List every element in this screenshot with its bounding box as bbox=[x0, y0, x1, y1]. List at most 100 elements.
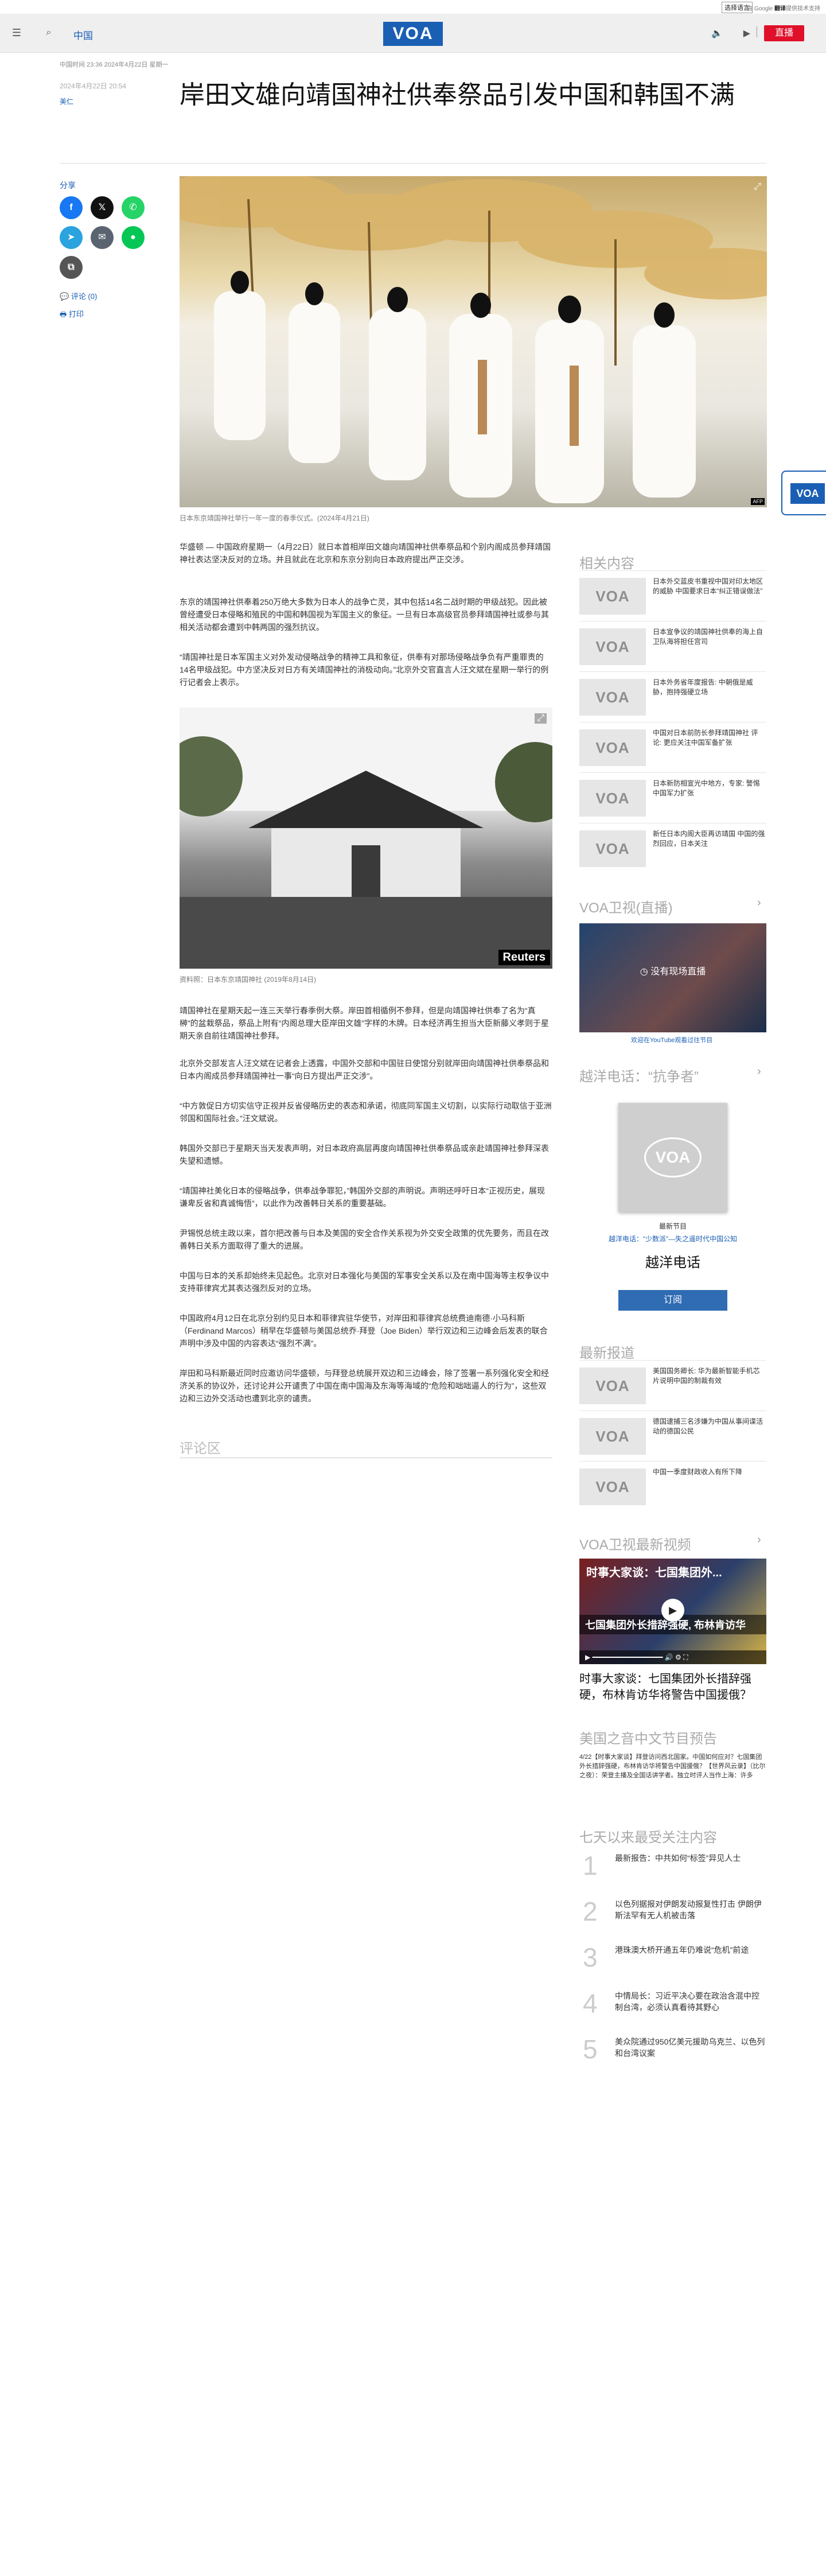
photo-credit-badge: AFP bbox=[751, 498, 765, 505]
comments-link[interactable]: 💬 评论 (0) bbox=[60, 290, 97, 301]
article-title: 岸田文雄向靖国神社供奉祭品引发中国和韩国不满 bbox=[180, 81, 735, 109]
paragraph-12: 岸田和马科斯最近同时应邀访问华盛顿，与拜登总统展开双边和三边峰会，除了签署一系列… bbox=[180, 1369, 549, 1403]
hotline-heading[interactable]: 越洋电话：“抗争者” › bbox=[579, 1065, 761, 1085]
section-link[interactable]: 中国 bbox=[73, 28, 93, 42]
chevron-right-icon: › bbox=[757, 1065, 761, 1078]
related-item[interactable]: VOA 新任日本内阁大臣再访靖国 中国的强烈回应，日本关注 bbox=[579, 823, 766, 873]
chevron-right-icon: › bbox=[757, 1533, 761, 1546]
voa-thumb-icon: VOA bbox=[579, 628, 646, 665]
search-icon[interactable]: ⌕ bbox=[42, 26, 55, 39]
related-heading: 相关内容 bbox=[579, 556, 634, 572]
latest-heading: 最新报道 bbox=[579, 1346, 634, 1361]
mostread-item[interactable]: 1 最新报告：中共如何“标签”异见人士 bbox=[579, 1850, 766, 1894]
mostread-item[interactable]: 5 美众院通过950亿美元援助乌克兰、以色列和台湾议案 bbox=[579, 2034, 766, 2077]
related-item[interactable]: VOA 日本宣争议的靖国神社供奉的海上自卫队海将担任宫司 bbox=[579, 621, 766, 671]
video-heading[interactable]: VOA卫视最新视频 › bbox=[579, 1533, 761, 1553]
site-header: ☰ ⌕ 中国 VOA 🔈 ▶ | 直播 bbox=[0, 14, 826, 53]
voa-logo[interactable]: VOA bbox=[383, 22, 443, 46]
related-item[interactable]: VOA 日本外务省年度报告: 中朝俄是威胁，抱持强硬立场 bbox=[579, 671, 766, 722]
youtube-link[interactable]: 欢迎在YouTube观看过往节目 bbox=[631, 1035, 712, 1044]
line-icon[interactable]: ● bbox=[122, 226, 145, 249]
voa-logo-icon: VOA bbox=[790, 483, 825, 504]
article-meta: 中国时间 23:36 2024年4月22日 星期一 bbox=[60, 61, 169, 68]
video-player[interactable]: 时事大家谈：七国集团外... 七国集团外长措辞强硬, 布林肯访华 ▶ ▶ ━━━… bbox=[579, 1559, 766, 1664]
paragraph-8: “靖国神社美化日本的侵略战争，供奉战争罪犯，”韩国外交部的声明说。声明还呼吁日本… bbox=[180, 1186, 545, 1208]
hotline-episode[interactable]: 越洋电话：“少数派”—失之遥时代中国公知 bbox=[579, 1234, 766, 1244]
floating-voa-widget[interactable]: VOA bbox=[781, 471, 826, 515]
voa-thumb-icon: VOA bbox=[579, 1367, 646, 1404]
print-icon: 🖶 bbox=[60, 310, 69, 318]
no-live-overlay: ◷ 没有现场直播 bbox=[640, 967, 706, 977]
paragraph-4: 靖国神社在星期天起一连三天举行春季例大祭。岸田首相循例不参拜，但是向靖国神社供奉… bbox=[180, 1006, 549, 1040]
related-item[interactable]: VOA 日本新防相宣光中地方，专家: 警惕中国军力扩张 bbox=[579, 772, 766, 823]
hero-illustration bbox=[180, 176, 767, 503]
comment-icon: 💬 bbox=[60, 292, 71, 301]
live-tv-player[interactable]: ◷ 没有现场直播 bbox=[579, 923, 766, 1032]
shrine-image: ⤢ Reuters bbox=[180, 708, 552, 969]
whatsapp-icon[interactable]: ✆ bbox=[122, 196, 145, 219]
latest-item[interactable]: VOA 美国国务卿长: 华为最新智能手机芯片说明中国的制裁有效 bbox=[579, 1360, 766, 1411]
video-banner: 时事大家谈：七国集团外... bbox=[586, 1567, 722, 1579]
hotline-label: 最新节目 bbox=[659, 1222, 687, 1230]
share-label: 分享 bbox=[60, 181, 76, 190]
voa-logo-icon: VOA bbox=[644, 1137, 702, 1178]
audio-icon[interactable]: 🔈 bbox=[711, 28, 723, 39]
print-link[interactable]: 🖶 打印 bbox=[60, 308, 84, 322]
podcast-cover[interactable]: VOA bbox=[618, 1103, 727, 1212]
expand-icon[interactable]: ⤢ bbox=[754, 182, 761, 192]
image2-caption: 资料照：日本东京靖国神社 (2019年8月14日) bbox=[180, 976, 317, 984]
paragraph-7: 韩国外交部已于星期天当天发表声明，对日本政府高层再度向靖国神社供奉祭品或亲赴靖国… bbox=[180, 1144, 549, 1165]
email-icon[interactable]: ✉ bbox=[91, 226, 114, 249]
translate-bar: 选择语言 由 Google 翻译提供技术支持 bbox=[0, 0, 826, 14]
tv-heading[interactable]: VOA卫视(直播) › bbox=[579, 896, 761, 916]
menu-icon[interactable]: ☰ bbox=[10, 26, 23, 39]
related-item[interactable]: VOA 中国对日本前防长参拜靖国神社 评论: 更应关注中国军备扩张 bbox=[579, 722, 766, 772]
voa-thumb-icon: VOA bbox=[579, 679, 646, 716]
photo-credit-badge: Reuters bbox=[498, 950, 550, 965]
translate-credit: 由 Google 翻译提供技术支持 bbox=[747, 6, 820, 12]
paragraph-1: 华盛顿 — 中国政府星期一（4月22日）就日本首相岸田文雄向靖国神社供奉祭品和个… bbox=[180, 542, 551, 564]
mostread-item[interactable]: 3 港珠澳大桥开通五年仍难说“危机”前途 bbox=[579, 1942, 766, 1986]
latest-item[interactable]: VOA 中国一季度财政收入有所下降 bbox=[579, 1461, 766, 1512]
copy-link-icon[interactable]: ⧉ bbox=[60, 256, 83, 279]
telegram-icon[interactable]: ➤ bbox=[60, 226, 83, 249]
preview-heading: 美国之音中文节目预告 bbox=[579, 1731, 717, 1747]
live-divider: | bbox=[755, 25, 758, 38]
clock-icon: ◷ bbox=[640, 967, 651, 977]
shrine-illustration bbox=[180, 708, 552, 969]
article-date: 2024年4月22日 20:54 bbox=[60, 82, 127, 90]
video-title[interactable]: 时事大家谈：七国集团外长措辞强硬，布林肯访华将警告中国援俄？ bbox=[579, 1671, 766, 1703]
live-button[interactable]: 直播 bbox=[764, 25, 804, 41]
facebook-icon[interactable]: f bbox=[60, 196, 83, 219]
divider bbox=[60, 163, 766, 164]
paragraph-6: “中方敦促日方切实信守正视并反省侵略历史的表态和承诺，彻底同军国主义切割，以实际… bbox=[180, 1101, 552, 1123]
author-link[interactable]: 美仁 bbox=[60, 96, 73, 106]
voa-thumb-icon: VOA bbox=[579, 578, 646, 615]
voa-thumb-icon: VOA bbox=[579, 1468, 646, 1505]
paragraph-10: 中国与日本的关系却始终未见起色。北京对日本强化与美国的军事安全关系以及在南中国海… bbox=[180, 1271, 549, 1293]
subscribe-button[interactable]: 订阅 bbox=[618, 1290, 727, 1311]
voa-thumb-icon: VOA bbox=[579, 1418, 646, 1455]
paragraph-9: 尹锡悦总统主政以来，首尔把改善与日本及美国的安全合作关系视为外交安全政策的优先要… bbox=[180, 1229, 549, 1250]
paragraph-2: 东京的靖国神社供奉着250万绝大多数为日本人的战争亡灵，其中包括14名二战时期的… bbox=[180, 597, 549, 632]
voa-thumb-icon: VOA bbox=[579, 780, 646, 817]
hero-image: ⤢ AFP bbox=[180, 176, 767, 507]
voa-thumb-icon: VOA bbox=[579, 830, 646, 867]
video-icon[interactable]: ▶ bbox=[743, 28, 750, 39]
paragraph-11: 中国政府4月12日在北京分别约见日本和菲律宾驻华使节，对岸田和菲律宾总统费迪南德… bbox=[180, 1314, 548, 1348]
mostread-heading: 七天以来最受关注内容 bbox=[579, 1830, 717, 1845]
play-icon[interactable]: ▶ bbox=[661, 1599, 684, 1622]
comments-heading: 评论区 bbox=[180, 1441, 221, 1456]
voa-thumb-icon: VOA bbox=[579, 729, 646, 766]
expand-icon[interactable]: ⤢ bbox=[535, 713, 547, 724]
mostread-item[interactable]: 4 中情局长：习近平决心要在政治含混中控制台湾，必须认真看待其野心 bbox=[579, 1988, 766, 2031]
hero-caption: 日本东京靖国神社举行一年一度的春季仪式。(2024年4月21日) bbox=[180, 514, 369, 522]
x-twitter-icon[interactable]: 𝕏 bbox=[91, 196, 114, 219]
chevron-right-icon: › bbox=[757, 896, 761, 909]
video-controls[interactable]: ▶ ━━━━━━━━━━━━━━━━━ 🔊 ⚙ ⛶ bbox=[579, 1650, 766, 1664]
latest-item[interactable]: VOA 德国逮捕三名涉嫌为中国从事间谍活动的德国公民 bbox=[579, 1411, 766, 1461]
related-item[interactable]: VOA 日本外交蓝皮书重视中国对印太地区的威胁 中国要求日本“纠正错误做法” bbox=[579, 570, 766, 621]
mostread-item[interactable]: 2 以色列据报对伊朗发动报复性打击 伊朗伊斯法罕有无人机被击落 bbox=[579, 1896, 766, 1940]
hotline-title: 越洋电话 bbox=[645, 1255, 700, 1270]
paragraph-5: 北京外交部发言人汪文斌在记者会上透露，中国外交部和中国驻日使馆分别就岸田向靖国神… bbox=[180, 1059, 549, 1081]
